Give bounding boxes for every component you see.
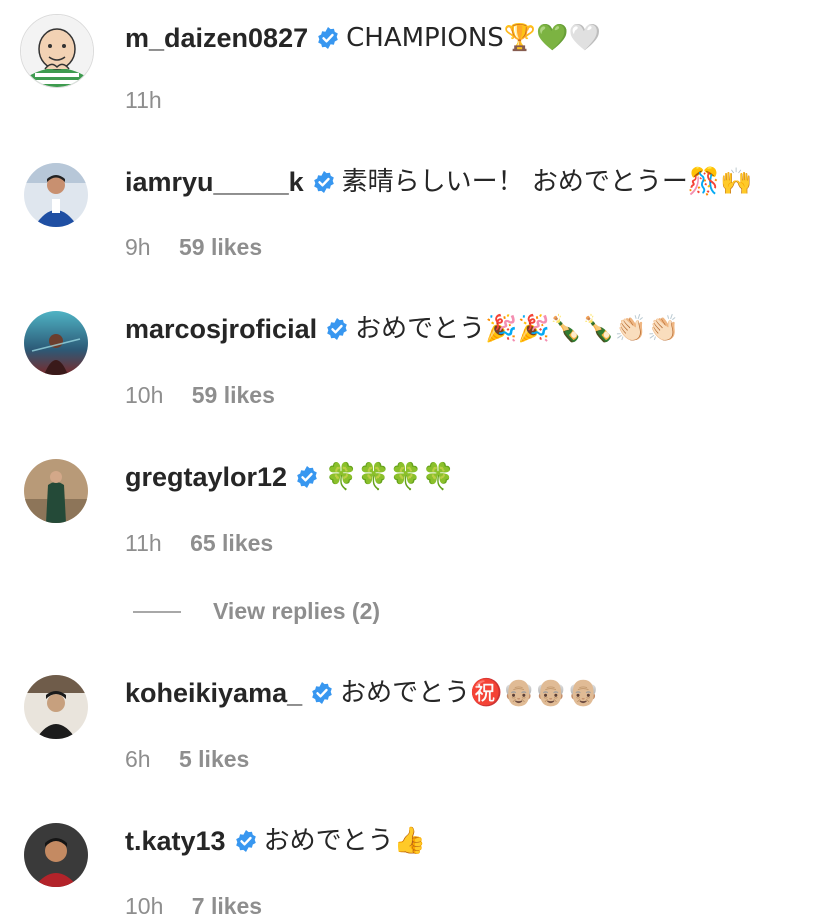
comment-text: 🍀🍀🍀🍀 <box>325 462 455 492</box>
comment-likes[interactable]: 65 likes <box>190 530 273 556</box>
comment-time: 11h <box>125 530 162 556</box>
comment-text: おめでとう🎉🎉🍾🍾👏🏻👏🏻 <box>355 314 680 344</box>
comment-likes[interactable]: 59 likes <box>179 234 262 260</box>
comment-likes[interactable]: 59 likes <box>192 382 275 408</box>
comment-text: 素晴らしいー！ おめでとうー🎊🙌 <box>341 167 753 197</box>
avatar[interactable] <box>24 823 88 887</box>
comment-time: 6h <box>125 746 151 772</box>
avatar[interactable] <box>24 459 88 523</box>
avatar-image <box>24 311 88 375</box>
comment-username[interactable]: koheikiyama_ <box>125 676 302 710</box>
replies-divider <box>133 610 181 613</box>
verified-badge-icon <box>295 465 319 489</box>
verified-badge-icon <box>316 26 340 50</box>
avatar[interactable] <box>20 14 94 88</box>
comment-likes[interactable]: 7 likes <box>192 893 262 919</box>
avatar[interactable] <box>24 675 88 739</box>
comment-username[interactable]: t.katy13 <box>125 824 226 858</box>
comment-text: CHAMPIONS🏆💚🤍 <box>346 23 601 53</box>
comment-time: 9h <box>125 234 151 260</box>
view-replies-label: View replies (2) <box>213 598 381 624</box>
avatar[interactable] <box>24 311 88 375</box>
comment-username[interactable]: m_daizen0827 <box>125 21 308 55</box>
avatar-image <box>24 163 88 227</box>
avatar-image <box>21 15 93 87</box>
avatar[interactable] <box>24 163 88 227</box>
view-replies-button[interactable]: View replies (2) <box>133 598 380 625</box>
comment-time: 10h <box>125 382 164 408</box>
comment-likes[interactable]: 5 likes <box>179 746 249 772</box>
comment-username[interactable]: marcosjroficial <box>125 312 317 346</box>
verified-badge-icon <box>325 317 349 341</box>
verified-badge-icon <box>312 170 336 194</box>
comment-username[interactable]: gregtaylor12 <box>125 460 287 494</box>
comment-text: おめでとう㊗️👴🏼👴🏼👴🏼 <box>340 678 600 708</box>
comment-username[interactable]: iamryu_____k <box>125 165 304 199</box>
avatar-image <box>24 675 88 739</box>
comment-time: 11h <box>125 87 162 113</box>
verified-badge-icon <box>310 681 334 705</box>
comment-time: 10h <box>125 893 164 919</box>
avatar-image <box>24 459 88 523</box>
verified-badge-icon <box>234 829 258 853</box>
comment-text: おめでとう👍 <box>263 826 426 856</box>
avatar-image <box>24 823 88 887</box>
